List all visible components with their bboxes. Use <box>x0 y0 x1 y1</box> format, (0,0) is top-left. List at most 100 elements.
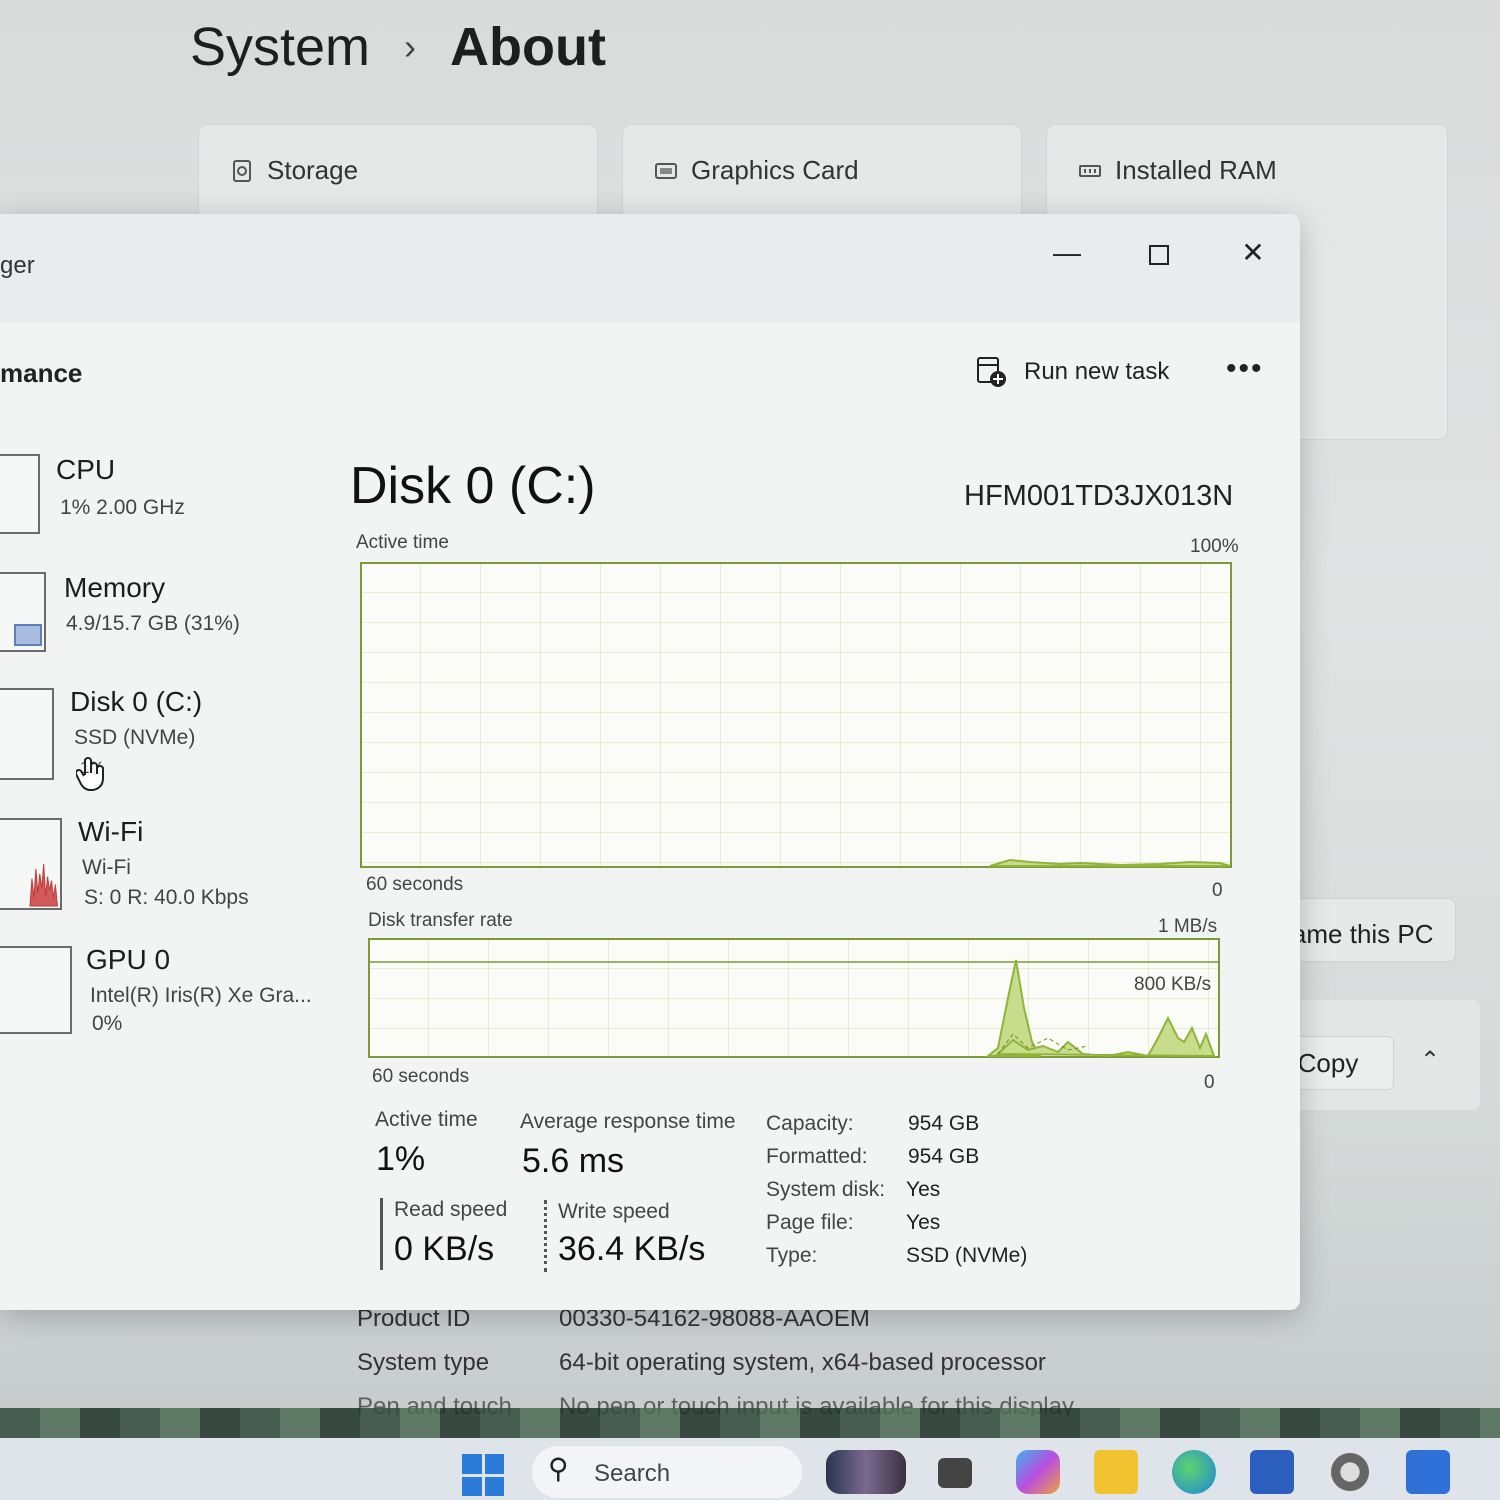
minimize-button[interactable]: — <box>1042 228 1092 278</box>
storage-card-label: Storage <box>267 155 359 185</box>
graphics-card-icon <box>655 162 677 179</box>
type-value: SSD (NVMe) <box>906 1244 1028 1267</box>
write-speed-value: 36.4 KB/s <box>558 1230 706 1268</box>
active-time-chart-duration: 60 seconds <box>366 874 464 895</box>
graphics-card-label: Graphics Card <box>691 155 859 185</box>
avg-response-value: 5.6 ms <box>522 1142 625 1180</box>
page-title: About <box>450 17 606 77</box>
section-title: mance <box>0 358 83 388</box>
memory-usage-fill <box>14 624 42 646</box>
sidebar-item-detail: Wi-Fi <box>82 856 131 879</box>
task-view-icon[interactable] <box>938 1458 972 1488</box>
sidebar-item-cpu[interactable]: CPU 1% 2.00 GHz <box>0 452 320 542</box>
search-icon: ⚲ <box>548 1453 569 1484</box>
run-new-task-button[interactable]: Run new task <box>976 356 1169 388</box>
system-disk-value: Yes <box>906 1178 941 1201</box>
read-speed-label: Read speed <box>394 1198 508 1221</box>
sidebar-item-detail: Intel(R) Iris(R) Xe Gra... <box>90 984 312 1007</box>
transfer-rate-chart-max: 1 MB/s <box>1158 916 1218 937</box>
write-speed-divider <box>544 1200 547 1272</box>
page-file-value: Yes <box>906 1211 941 1234</box>
page-file-label: Page file: <box>766 1211 854 1234</box>
system-disk-label: System disk: <box>766 1178 886 1201</box>
maximize-icon <box>1149 244 1169 265</box>
windows-specs: Product ID 00330-54162-98088-AAOEM Syste… <box>357 1305 1257 1417</box>
start-tile <box>462 1476 482 1496</box>
type-label: Type: <box>766 1244 818 1267</box>
run-new-task-label: Run new task <box>1024 358 1170 385</box>
start-tile <box>484 1454 504 1474</box>
sidebar-item-detail: SSD (NVMe) <box>74 726 196 749</box>
wifi-graph <box>29 863 58 907</box>
active-time-chart-min: 0 <box>1212 880 1223 901</box>
spec-row-system-type: System type 64-bit operating system, x64… <box>357 1349 1257 1393</box>
copilot-icon[interactable] <box>1016 1450 1060 1494</box>
start-tile <box>462 1454 482 1474</box>
wifi-thumbnail <box>0 818 62 910</box>
sidebar-item-label: GPU 0 <box>86 944 171 975</box>
gpu-thumbnail <box>0 946 72 1034</box>
sidebar-item-memory[interactable]: Memory 4.9/15.7 GB (31%) <box>0 570 320 660</box>
taskbar: ⚲ Search <box>0 1438 1500 1500</box>
capacity-label: Capacity: <box>766 1112 854 1135</box>
sidebar-item-wifi[interactable]: Wi-Fi Wi-Fi S: 0 R: 40.0 Kbps <box>0 816 320 926</box>
avg-response-label: Average response time <box>520 1110 736 1133</box>
breadcrumb-system[interactable]: System <box>190 16 370 78</box>
spec-key: Product ID <box>357 1305 471 1332</box>
transfer-rate-chart-mid: 800 KB/s <box>1134 974 1212 995</box>
task-manager-icon[interactable] <box>1406 1450 1450 1494</box>
store-icon[interactable] <box>1250 1450 1294 1494</box>
installed-ram-label: Installed RAM <box>1115 155 1277 185</box>
widgets-icon[interactable] <box>826 1450 906 1494</box>
settings-icon[interactable] <box>1328 1450 1372 1494</box>
sidebar-item-detail: 1% 2.00 GHz <box>60 496 185 519</box>
transfer-rate-chart-min: 0 <box>1204 1072 1215 1093</box>
transfer-rate-chart <box>368 938 1220 1058</box>
active-time-chart-max: 100% <box>1190 536 1239 557</box>
sidebar-item-usage: 0% <box>92 1012 123 1035</box>
disk-model: HFM001TD3JX013N <box>964 480 1234 512</box>
formatted-value: 954 GB <box>908 1145 980 1168</box>
more-options-icon[interactable]: ••• <box>1226 352 1264 386</box>
active-time-value: 1% <box>376 1140 426 1178</box>
sidebar-item-label: CPU <box>56 454 116 485</box>
read-speed-value: 0 KB/s <box>394 1230 495 1268</box>
breadcrumb: System › About <box>190 16 606 78</box>
active-time-chart-label: Active time <box>356 532 449 553</box>
page-header: mance Run new task ••• <box>0 322 1300 422</box>
disk-thumbnail <box>0 688 54 780</box>
breadcrumb-separator: › <box>404 26 417 67</box>
write-speed-label: Write speed <box>558 1200 670 1223</box>
sidebar-item-disk[interactable]: Disk 0 (C:) SSD (NVMe) 1% <box>0 686 320 796</box>
spec-key: System type <box>357 1349 490 1376</box>
desktop-wallpaper-strip <box>0 1408 1500 1442</box>
window-title: ger <box>0 252 35 279</box>
start-button[interactable] <box>462 1454 504 1496</box>
sidebar-item-label: Memory <box>64 572 166 603</box>
task-manager-window: ger — ✕ mance Run new task ••• CPU 1% 2.… <box>0 214 1300 1310</box>
transfer-rate-chart-label: Disk transfer rate <box>368 910 513 931</box>
ram-icon <box>1079 164 1101 177</box>
title-bar[interactable]: ger — ✕ <box>0 214 1300 322</box>
spec-value: 00330-54162-98088-AAOEM <box>559 1305 870 1332</box>
memory-thumbnail <box>0 572 46 652</box>
sidebar-item-gpu[interactable]: GPU 0 Intel(R) Iris(R) Xe Gra... 0% <box>0 944 330 1044</box>
run-task-icon <box>977 357 1006 387</box>
active-time-chart <box>360 562 1232 868</box>
chevron-up-icon[interactable]: ⌃ <box>1420 1046 1440 1075</box>
transfer-rate-chart-duration: 60 seconds <box>372 1066 470 1087</box>
read-speed-divider <box>380 1198 383 1270</box>
sidebar-item-label: Wi-Fi <box>78 816 144 847</box>
maximize-button[interactable] <box>1134 228 1184 278</box>
file-explorer-icon[interactable] <box>1094 1450 1138 1494</box>
active-time-label: Active time <box>375 1108 478 1131</box>
sidebar-item-detail: 4.9/15.7 GB (31%) <box>66 612 240 635</box>
sidebar-item-throughput: S: 0 R: 40.0 Kbps <box>84 886 249 909</box>
edge-icon[interactable] <box>1172 1450 1216 1494</box>
capacity-value: 954 GB <box>908 1112 980 1135</box>
cpu-thumbnail <box>0 454 40 534</box>
close-button[interactable]: ✕ <box>1228 228 1278 278</box>
taskbar-search-label: Search <box>594 1460 671 1487</box>
storage-icon <box>233 159 251 182</box>
disk-title: Disk 0 (C:) <box>350 457 596 515</box>
